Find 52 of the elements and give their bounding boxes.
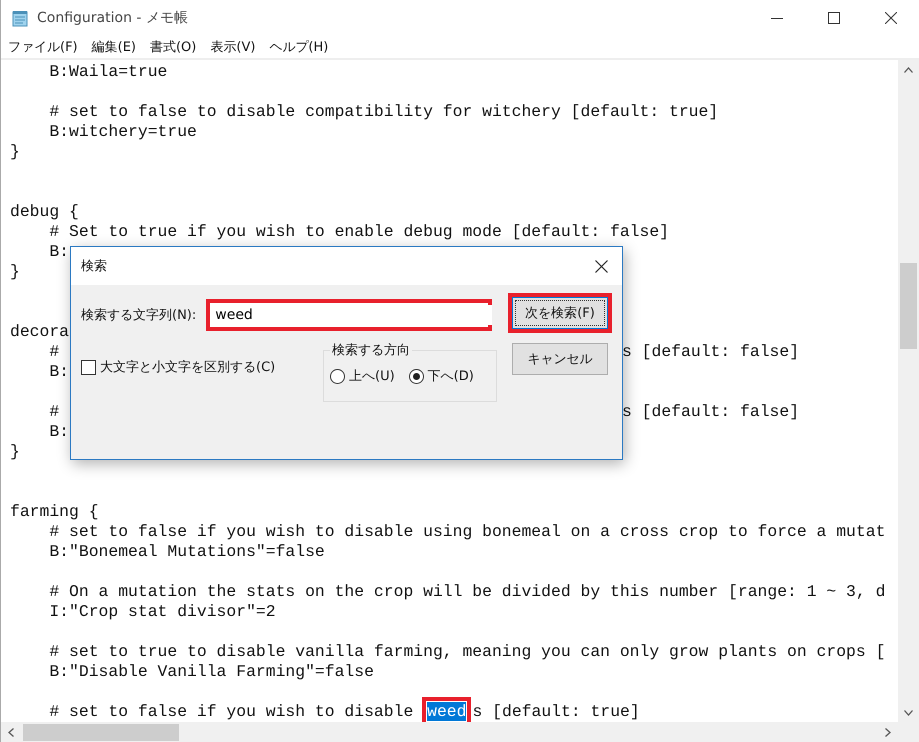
code-line: B: xyxy=(48,242,70,261)
selected-text: weed xyxy=(427,702,466,721)
scroll-up-icon[interactable] xyxy=(904,67,913,73)
code-line: } xyxy=(10,262,20,281)
notepad-icon xyxy=(12,10,29,26)
code-line: } xyxy=(10,142,20,161)
menu-item[interactable]: ヘルプ(H) xyxy=(269,38,328,56)
code-line: B:witchery=true xyxy=(48,122,197,141)
cancel-button[interactable]: キャンセル xyxy=(512,343,608,375)
code-line: B:Waila=true xyxy=(48,62,168,81)
scroll-thumb[interactable] xyxy=(900,263,917,349)
code-line: s [default: false] xyxy=(622,402,800,422)
match-case-checkbox[interactable]: 大文字と小文字を区別する(C) xyxy=(81,358,323,376)
code-line: farming { xyxy=(10,502,99,521)
code-line: decora xyxy=(10,322,70,341)
code-line: # On a mutation the stats on the crop will be divided by this number [range: 1 ~ 3, d xyxy=(48,582,886,601)
code-line: I:"Crop stat divisor"=2 xyxy=(48,602,276,621)
dialog-title: 検索 xyxy=(81,258,107,275)
code-line: B: xyxy=(48,362,70,381)
code-line: # xyxy=(48,342,60,361)
vertical-scrollbar[interactable] xyxy=(898,60,919,722)
close-icon xyxy=(884,12,896,24)
field-label: 検索する文字列(N): xyxy=(81,307,196,324)
group-label: 検索する方向 xyxy=(331,342,411,359)
code-line: s [default: true] xyxy=(472,702,640,721)
code-line: # Set to true if you wish to enable debug mode [default: false] xyxy=(48,222,670,241)
code-line: # set to false if you wish to disable using bonemeal on a cross crop to force a mutat xyxy=(48,522,886,541)
find-next-button[interactable]: 次を検索(F) xyxy=(512,297,608,329)
menu-item[interactable]: 編集(E) xyxy=(92,38,136,56)
code-line: debug { xyxy=(10,202,79,221)
code-line: # set to false to disable compatibility for witchery [default: true] xyxy=(48,102,718,121)
code-line: # xyxy=(48,402,60,421)
scroll-right-icon[interactable] xyxy=(885,728,891,736)
scroll-left-icon[interactable] xyxy=(8,728,14,736)
direction-radio[interactable]: 下へ(D) xyxy=(408,367,474,385)
maximize-icon xyxy=(828,12,840,24)
window-title: Configuration - メモ帳 xyxy=(37,9,188,27)
scroll-thumb[interactable] xyxy=(23,724,179,740)
search-field[interactable]: weed xyxy=(206,299,492,331)
direction-radio[interactable]: 上へ(U) xyxy=(330,367,395,385)
close-icon[interactable] xyxy=(595,260,608,272)
code-line: B:"Disable Vanilla Farming"=false xyxy=(48,662,374,681)
code-line: } xyxy=(10,442,20,461)
menu-item[interactable]: 書式(O) xyxy=(150,38,196,56)
scroll-down-icon[interactable] xyxy=(904,710,913,716)
menu-item[interactable]: ファイル(F) xyxy=(8,38,78,56)
code-line: # set to true to disable vanilla farming, meaning you can only grow plants on crops [ xyxy=(48,642,886,661)
code-line: s [default: false] xyxy=(622,342,800,362)
code-line: # set to false if you wish to disable xyxy=(48,702,414,721)
code-line: B:"Bonemeal Mutations"=false xyxy=(48,542,325,561)
code-line: B: xyxy=(48,422,70,441)
menu-item[interactable]: 表示(V) xyxy=(210,38,256,56)
